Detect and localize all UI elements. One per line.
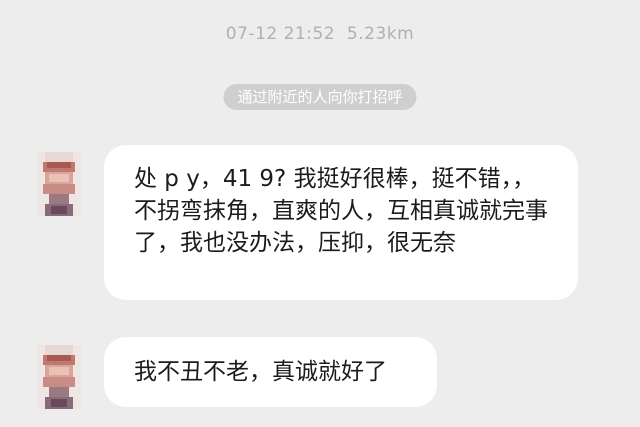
message-meta: 07-12 21:52 5.23km xyxy=(0,24,640,44)
pixelated-avatar-icon[interactable] xyxy=(37,152,81,216)
message-time: 21:52 xyxy=(283,24,336,44)
message-bubble[interactable]: 处 p y，41 9? 我挺好很棒，挺不错，，不拐弯抹角，直爽的人，互相真诚就完… xyxy=(104,145,578,300)
distance-label: 5.23km xyxy=(346,24,415,44)
message-bubble[interactable]: 我不丑不老，真诚就好了 xyxy=(104,337,437,407)
chat-area[interactable]: 07-12 21:52 5.23km 通过附近的人向你打招呼 处 p y，41 … xyxy=(0,0,640,427)
message-date: 07-12 xyxy=(225,24,278,44)
pixelated-avatar-icon[interactable] xyxy=(37,345,81,409)
system-notice: 通过附近的人向你打招呼 xyxy=(223,84,417,110)
